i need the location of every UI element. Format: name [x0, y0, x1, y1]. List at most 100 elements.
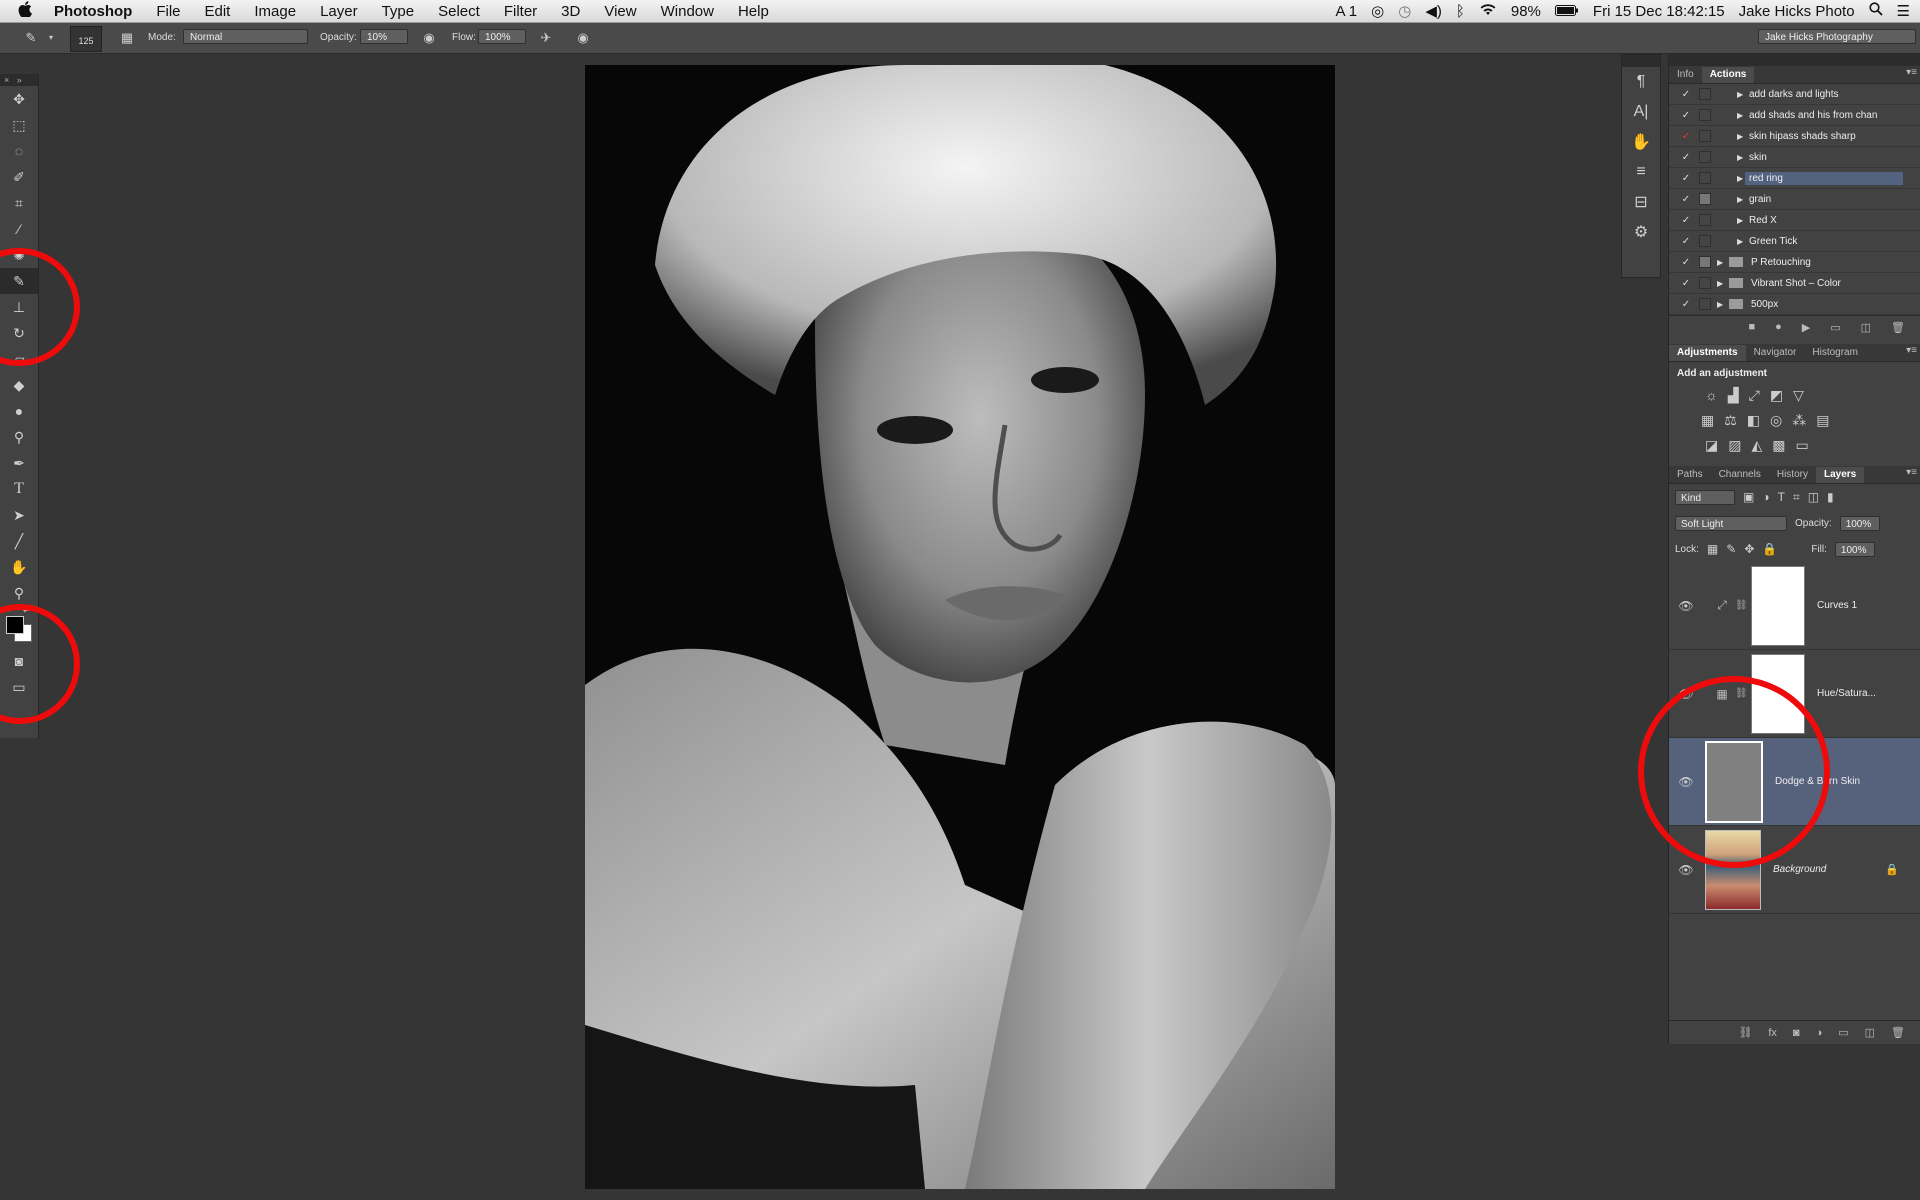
filter-toggle-icon[interactable]: ▮ [1827, 490, 1834, 504]
filter-smart-object-icon[interactable]: ◫ [1808, 490, 1819, 504]
visibility-eye-icon[interactable]: 👁 [1675, 599, 1697, 613]
lock-all-icon[interactable]: 🔒 [1762, 542, 1777, 556]
tab-layers[interactable]: Layers [1815, 467, 1865, 483]
stop-icon[interactable]: ■ [1748, 321, 1755, 333]
battery-icon[interactable] [1554, 3, 1579, 20]
tab-channels[interactable]: Channels [1711, 467, 1769, 483]
color-balance-icon[interactable]: ⚖ [1724, 412, 1737, 429]
document-canvas-photo[interactable] [585, 65, 1335, 1189]
brightness-contrast-icon[interactable]: ☼ [1705, 387, 1718, 404]
action-row[interactable]: ✓ ▶ add darks and lights [1669, 84, 1920, 105]
mask-link-icon[interactable]: ⛓ [1735, 600, 1748, 611]
delete-layer-icon[interactable]: 🗑 [1891, 1026, 1905, 1039]
background-photo-thumbnail[interactable] [1705, 829, 1761, 910]
action-enabled-check[interactable]: ✓ [1679, 152, 1693, 163]
dialog-toggle[interactable] [1699, 130, 1711, 142]
menu-type[interactable]: Type [382, 3, 415, 20]
current-user-name[interactable]: Jake Hicks Photo [1739, 3, 1855, 20]
expand-triangle-icon[interactable]: ▶ [1737, 195, 1749, 204]
delete-action-icon[interactable]: 🗑 [1891, 321, 1905, 334]
layer-lock-icon[interactable]: 🔒 [1885, 863, 1899, 876]
black-white-icon[interactable]: ◧ [1747, 412, 1760, 429]
dock-header[interactable] [1622, 55, 1660, 67]
bluetooth-icon[interactable]: ᛒ [1456, 3, 1465, 20]
expand-triangle-icon[interactable]: ▶ [1717, 300, 1729, 309]
pressure-opacity-icon[interactable]: ◉ [420, 29, 438, 47]
menu-3d[interactable]: 3D [561, 3, 580, 20]
menu-layer[interactable]: Layer [320, 3, 358, 20]
tools-panel-header[interactable]: × » [0, 74, 38, 86]
lock-transparent-icon[interactable]: ▦ [1707, 542, 1718, 556]
history-brush-tool-icon[interactable]: ↻ [0, 320, 38, 346]
hue-saturation-icon[interactable]: ▦ [1701, 412, 1714, 429]
character-icon[interactable]: A| [1622, 97, 1660, 127]
notification-center-icon[interactable]: ☰ [1897, 2, 1910, 20]
flow-input[interactable]: 100% [478, 29, 526, 44]
menu-file[interactable]: File [156, 3, 180, 20]
volume-icon[interactable]: ◀) [1425, 2, 1442, 20]
brush-tool-icon[interactable]: ✎ [0, 268, 38, 294]
layer-row-hue-saturation[interactable]: 👁 ▦ ⛓ Hue/Satura... [1669, 650, 1920, 738]
action-row[interactable]: ✓ ▶ skin [1669, 147, 1920, 168]
action-enabled-check[interactable]: ✓ [1679, 278, 1693, 289]
time-machine-icon[interactable]: ◷ [1398, 2, 1411, 20]
brush-settings-icon[interactable]: ≡ [1622, 157, 1660, 187]
mask-link-icon[interactable]: ⛓ [1735, 688, 1748, 699]
layer-blend-mode-select[interactable]: Soft Light [1675, 515, 1787, 531]
action-enabled-check[interactable]: ✓ [1679, 173, 1693, 184]
panel-menu-icon[interactable]: ▾≡ [1906, 345, 1917, 356]
dialog-toggle[interactable] [1699, 277, 1711, 289]
brush-tool-preset-icon[interactable]: ✎ [22, 29, 40, 47]
airbrush-icon[interactable]: ✈ [537, 29, 555, 47]
dialog-toggle[interactable] [1699, 172, 1711, 184]
menu-view[interactable]: View [604, 3, 636, 20]
default-colors-icon[interactable]: ▪▫ [4, 606, 10, 615]
menu-help[interactable]: Help [738, 3, 769, 20]
screen-mode-icon[interactable]: ▭ [0, 674, 38, 700]
type-tool-icon[interactable]: T [0, 476, 38, 502]
visibility-eye-icon[interactable]: 👁 [1675, 687, 1697, 701]
play-icon[interactable]: ▶ [1802, 321, 1810, 334]
quick-selection-tool-icon[interactable]: ✐ [0, 164, 38, 190]
panel-column-header[interactable] [1669, 54, 1920, 66]
paragraph-icon[interactable]: ¶ [1622, 67, 1660, 97]
layer-name[interactable]: Curves 1 [1817, 600, 1857, 611]
menu-edit[interactable]: Edit [205, 3, 231, 20]
action-enabled-check[interactable]: ✓ [1679, 236, 1693, 247]
input-source-indicator[interactable]: A 1 [1335, 3, 1357, 20]
record-icon[interactable]: ● [1775, 321, 1782, 333]
filter-adjustment-icon[interactable]: ◑ [1762, 490, 1769, 504]
dialog-toggle[interactable] [1699, 298, 1711, 310]
layer-opacity-input[interactable]: 100% [1839, 515, 1880, 531]
brush-size-picker[interactable]: 125 [70, 26, 102, 52]
menu-select[interactable]: Select [438, 3, 480, 20]
new-set-folder-icon[interactable]: ▭ [1830, 321, 1840, 334]
tab-adjustments[interactable]: Adjustments [1669, 345, 1746, 361]
eyedropper-tool-icon[interactable]: ⁄ [0, 216, 38, 242]
move-tool-icon[interactable]: ✥ [0, 86, 38, 112]
dialog-toggle[interactable] [1699, 88, 1711, 100]
layer-name[interactable]: Dodge & Burn Skin [1775, 776, 1860, 787]
pressure-size-icon[interactable]: ◉ [574, 29, 592, 47]
tab-history[interactable]: History [1769, 467, 1816, 483]
layer-name[interactable]: Hue/Satura... [1817, 688, 1876, 699]
dialog-toggle[interactable] [1699, 256, 1711, 268]
action-row[interactable]: ✓ ▶ grain [1669, 189, 1920, 210]
action-row-selected[interactable]: ✓ ▶ red ring [1669, 168, 1920, 189]
action-enabled-check[interactable]: ✓ [1679, 215, 1693, 226]
link-layers-icon[interactable]: ⛓ [1738, 1026, 1752, 1039]
new-action-icon[interactable]: ◫ [1861, 321, 1871, 334]
exposure-icon[interactable]: ◩ [1770, 387, 1783, 404]
expand-triangle-icon[interactable]: ▶ [1737, 90, 1749, 99]
threshold-icon[interactable]: ◭ [1751, 437, 1762, 454]
layer-row-curves[interactable]: 👁 ⤢ ⛓ Curves 1 [1669, 562, 1920, 650]
dialog-toggle[interactable] [1699, 151, 1711, 163]
layer-thumbnail-gray[interactable] [1705, 740, 1763, 823]
visibility-eye-icon[interactable]: 👁 [1675, 863, 1697, 877]
brush-panel-toggle-icon[interactable]: ▦ [118, 29, 136, 47]
levels-icon[interactable]: ▟ [1728, 387, 1739, 404]
expand-triangle-icon[interactable]: ▶ [1737, 216, 1749, 225]
lock-pixels-icon[interactable]: ✎ [1726, 542, 1736, 556]
blur-tool-icon[interactable]: ● [0, 398, 38, 424]
tab-navigator[interactable]: Navigator [1746, 345, 1805, 361]
